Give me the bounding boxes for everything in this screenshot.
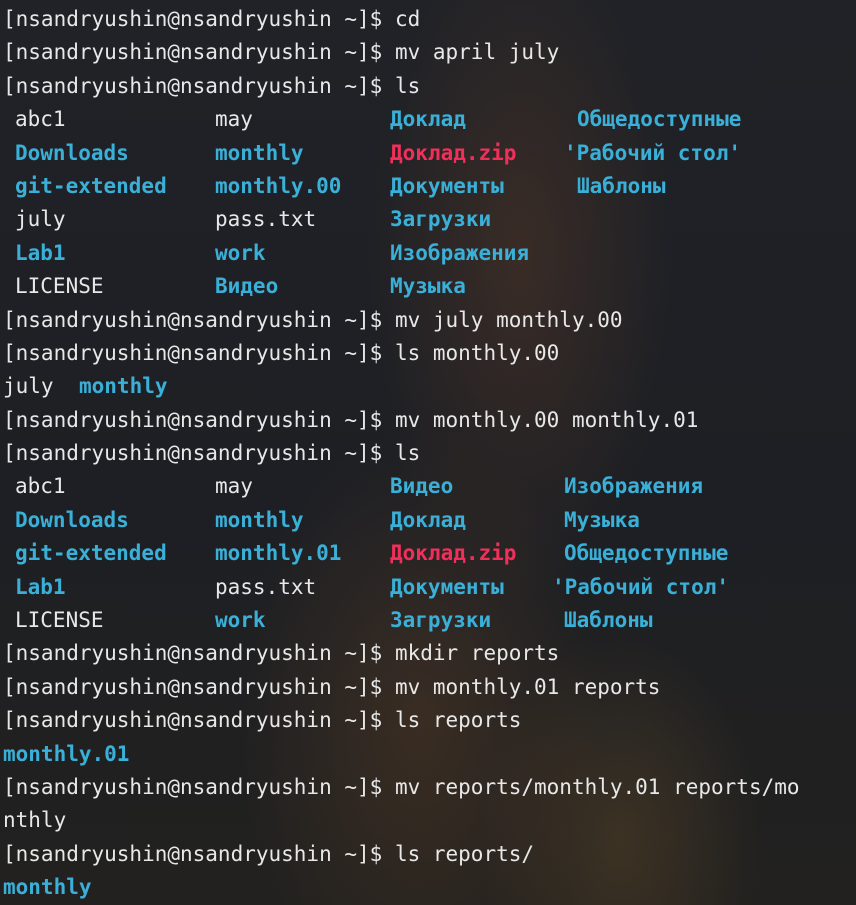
file-entry: july [15, 207, 66, 232]
file-entry: may [215, 474, 253, 499]
command-text: ls reports [394, 708, 522, 733]
directory-entry: monthly [3, 875, 92, 900]
directory-entry: work [215, 240, 266, 265]
ls-row: Lab1 work Изображения [3, 237, 856, 270]
ls-row: LICENSE work Загрузки Шаблоны [3, 604, 856, 637]
prompt: [nsandryushin@nsandryushin ~]$ [3, 307, 395, 332]
command-line: [nsandryushin@nsandryushin ~]$ ls [3, 437, 856, 470]
command-text: ls reports/ [394, 841, 535, 866]
directory-entry: Видео [215, 274, 279, 299]
directory-entry: Общедоступные [577, 107, 742, 132]
command-line: [nsandryushin@nsandryushin ~]$ mv report… [3, 771, 856, 804]
directory-entry: Видео [390, 474, 454, 499]
ls-row: abc1 may Доклад Общедоступные [3, 103, 856, 136]
directory-entry: Доклад [390, 507, 466, 532]
file-entry: may [215, 107, 253, 132]
directory-entry: Downloads [15, 507, 129, 532]
ls-row: Downloads monthly Доклад Музыка [3, 504, 856, 537]
ls-row: LICENSE Видео Музыка [3, 270, 856, 303]
command-text: mv april july [394, 40, 560, 65]
command-line: [nsandryushin@nsandryushin ~]$ ls monthl… [3, 337, 856, 370]
ls-row: abc1 may Видео Изображения [3, 470, 856, 503]
directory-entry: monthly.00 [215, 173, 342, 198]
directory-entry: Downloads [15, 140, 129, 165]
ls-row: july monthly [3, 370, 856, 403]
file-entry: LICENSE [15, 274, 104, 299]
command-line: [nsandryushin@nsandryushin ~]$ mv monthl… [3, 404, 856, 437]
prompt: [nsandryushin@nsandryushin ~]$ [3, 73, 395, 98]
ls-row: Lab1 pass.txt Документы 'Рабочий стол' [3, 571, 856, 604]
directory-entry: Lab1 [15, 574, 66, 599]
file-entry: abc1 [15, 107, 66, 132]
directory-entry: Загрузки [390, 608, 492, 633]
command-text: cd [394, 7, 421, 31]
prompt: [nsandryushin@nsandryushin ~]$ [3, 641, 395, 666]
archive-entry: Доклад.zip [390, 541, 517, 566]
command-text: mkdir reports [394, 641, 560, 666]
directory-entry: Изображения [564, 474, 704, 499]
file-entry: pass.txt [215, 207, 317, 232]
directory-entry: Музыка [390, 274, 466, 299]
directory-entry: monthly.01 [215, 541, 342, 566]
directory-entry: Доклад [390, 107, 466, 132]
command-line: [nsandryushin@nsandryushin ~]$ ls report… [3, 704, 856, 737]
command-line: [nsandryushin@nsandryushin ~]$ mv july m… [3, 304, 856, 337]
ls-row: july pass.txt Загрузки [3, 203, 856, 236]
directory-entry: work [215, 608, 266, 633]
directory-entry: Документы [390, 173, 504, 198]
directory-entry: Шаблоны [564, 608, 653, 633]
command-text: mv reports/monthly.01 reports/mo [394, 774, 800, 799]
command-text: ls monthly.00 [394, 340, 560, 365]
ls-row: Downloads monthly Доклад.zip 'Рабочий ст… [3, 137, 856, 170]
directory-entry: Документы [390, 574, 504, 599]
command-line: [nsandryushin@nsandryushin ~]$ mv monthl… [3, 671, 856, 704]
file-entry: july [3, 374, 54, 399]
prompt: [nsandryushin@nsandryushin ~]$ [3, 407, 395, 432]
prompt: [nsandryushin@nsandryushin ~]$ [3, 441, 395, 466]
command-text: mv july monthly.00 [394, 307, 623, 332]
file-entry: LICENSE [15, 608, 104, 633]
command-text: ls [394, 73, 421, 98]
ls-row: git-extended monthly.00 Документы Шаблон… [3, 170, 856, 203]
directory-entry: git-extended [15, 173, 167, 198]
prompt: [nsandryushin@nsandryushin ~]$ [3, 7, 395, 31]
command-line-wrap: nthly [3, 804, 856, 837]
command-text: mv monthly.00 monthly.01 [394, 407, 699, 432]
command-text: ls [394, 441, 421, 466]
command-text: mv monthly.01 reports [394, 674, 661, 699]
directory-entry: Изображения [390, 240, 530, 265]
directory-entry: Lab1 [15, 240, 66, 265]
directory-entry: Шаблоны [577, 173, 666, 198]
ls-row: monthly [3, 871, 856, 904]
prompt: [nsandryushin@nsandryushin ~]$ [3, 774, 395, 799]
prompt: [nsandryushin@nsandryushin ~]$ [3, 674, 395, 699]
command-text: nthly [3, 808, 67, 833]
directory-entry: Общедоступные [564, 541, 729, 566]
prompt: [nsandryushin@nsandryushin ~]$ [3, 340, 395, 365]
prompt: [nsandryushin@nsandryushin ~]$ [3, 841, 395, 866]
command-line: [nsandryushin@nsandryushin ~]$ ls report… [3, 838, 856, 871]
directory-entry: Музыка [564, 507, 640, 532]
ls-row: monthly.01 [3, 738, 856, 771]
terminal-window[interactable]: [nsandryushin@nsandryushin ~]$ cd [nsand… [3, 3, 856, 905]
file-entry: pass.txt [215, 574, 317, 599]
file-entry: abc1 [15, 474, 66, 499]
directory-entry: 'Рабочий стол' [564, 140, 742, 165]
directory-entry: monthly [215, 140, 304, 165]
directory-entry: monthly [79, 374, 168, 399]
archive-entry: Доклад.zip [390, 140, 517, 165]
directory-entry: monthly.01 [3, 741, 130, 766]
command-line: [nsandryushin@nsandryushin ~]$ ls [3, 70, 856, 103]
command-line: [nsandryushin@nsandryushin ~]$ mv april … [3, 36, 856, 69]
directory-entry: monthly [215, 507, 304, 532]
prompt: [nsandryushin@nsandryushin ~]$ [3, 708, 395, 733]
command-line: [nsandryushin@nsandryushin ~]$ cd [3, 3, 856, 36]
prompt: [nsandryushin@nsandryushin ~]$ [3, 40, 395, 65]
directory-entry: git-extended [15, 541, 167, 566]
directory-entry: Загрузки [390, 207, 492, 232]
ls-row: git-extended monthly.01 Доклад.zip Общед… [3, 537, 856, 570]
command-line: [nsandryushin@nsandryushin ~]$ mkdir rep… [3, 637, 856, 670]
directory-entry: 'Рабочий стол' [552, 574, 730, 599]
